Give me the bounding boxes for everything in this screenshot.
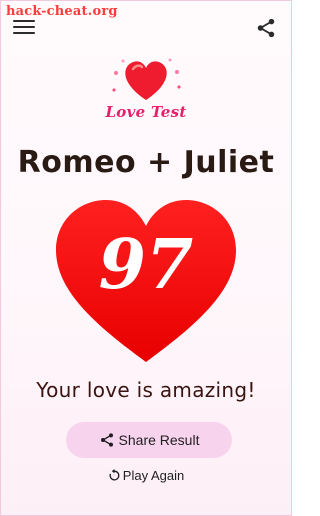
share-result-button[interactable]: Share Result <box>66 422 232 458</box>
play-again-button[interactable]: Play Again <box>96 465 196 485</box>
play-again-label: Play Again <box>122 467 185 483</box>
replay-icon <box>109 468 120 480</box>
share-icon[interactable] <box>255 17 277 39</box>
share-result-label: Share Result <box>118 432 200 448</box>
logo-text: Love Test <box>105 103 187 121</box>
watermark-text: hack-cheat.org <box>6 4 118 19</box>
result-message: Your love is amazing! <box>36 378 256 402</box>
hamburger-menu-icon[interactable] <box>13 18 35 36</box>
love-score: 97 <box>98 225 194 305</box>
couple-names: Romeo + Juliet <box>17 145 275 180</box>
share-icon <box>100 433 113 447</box>
